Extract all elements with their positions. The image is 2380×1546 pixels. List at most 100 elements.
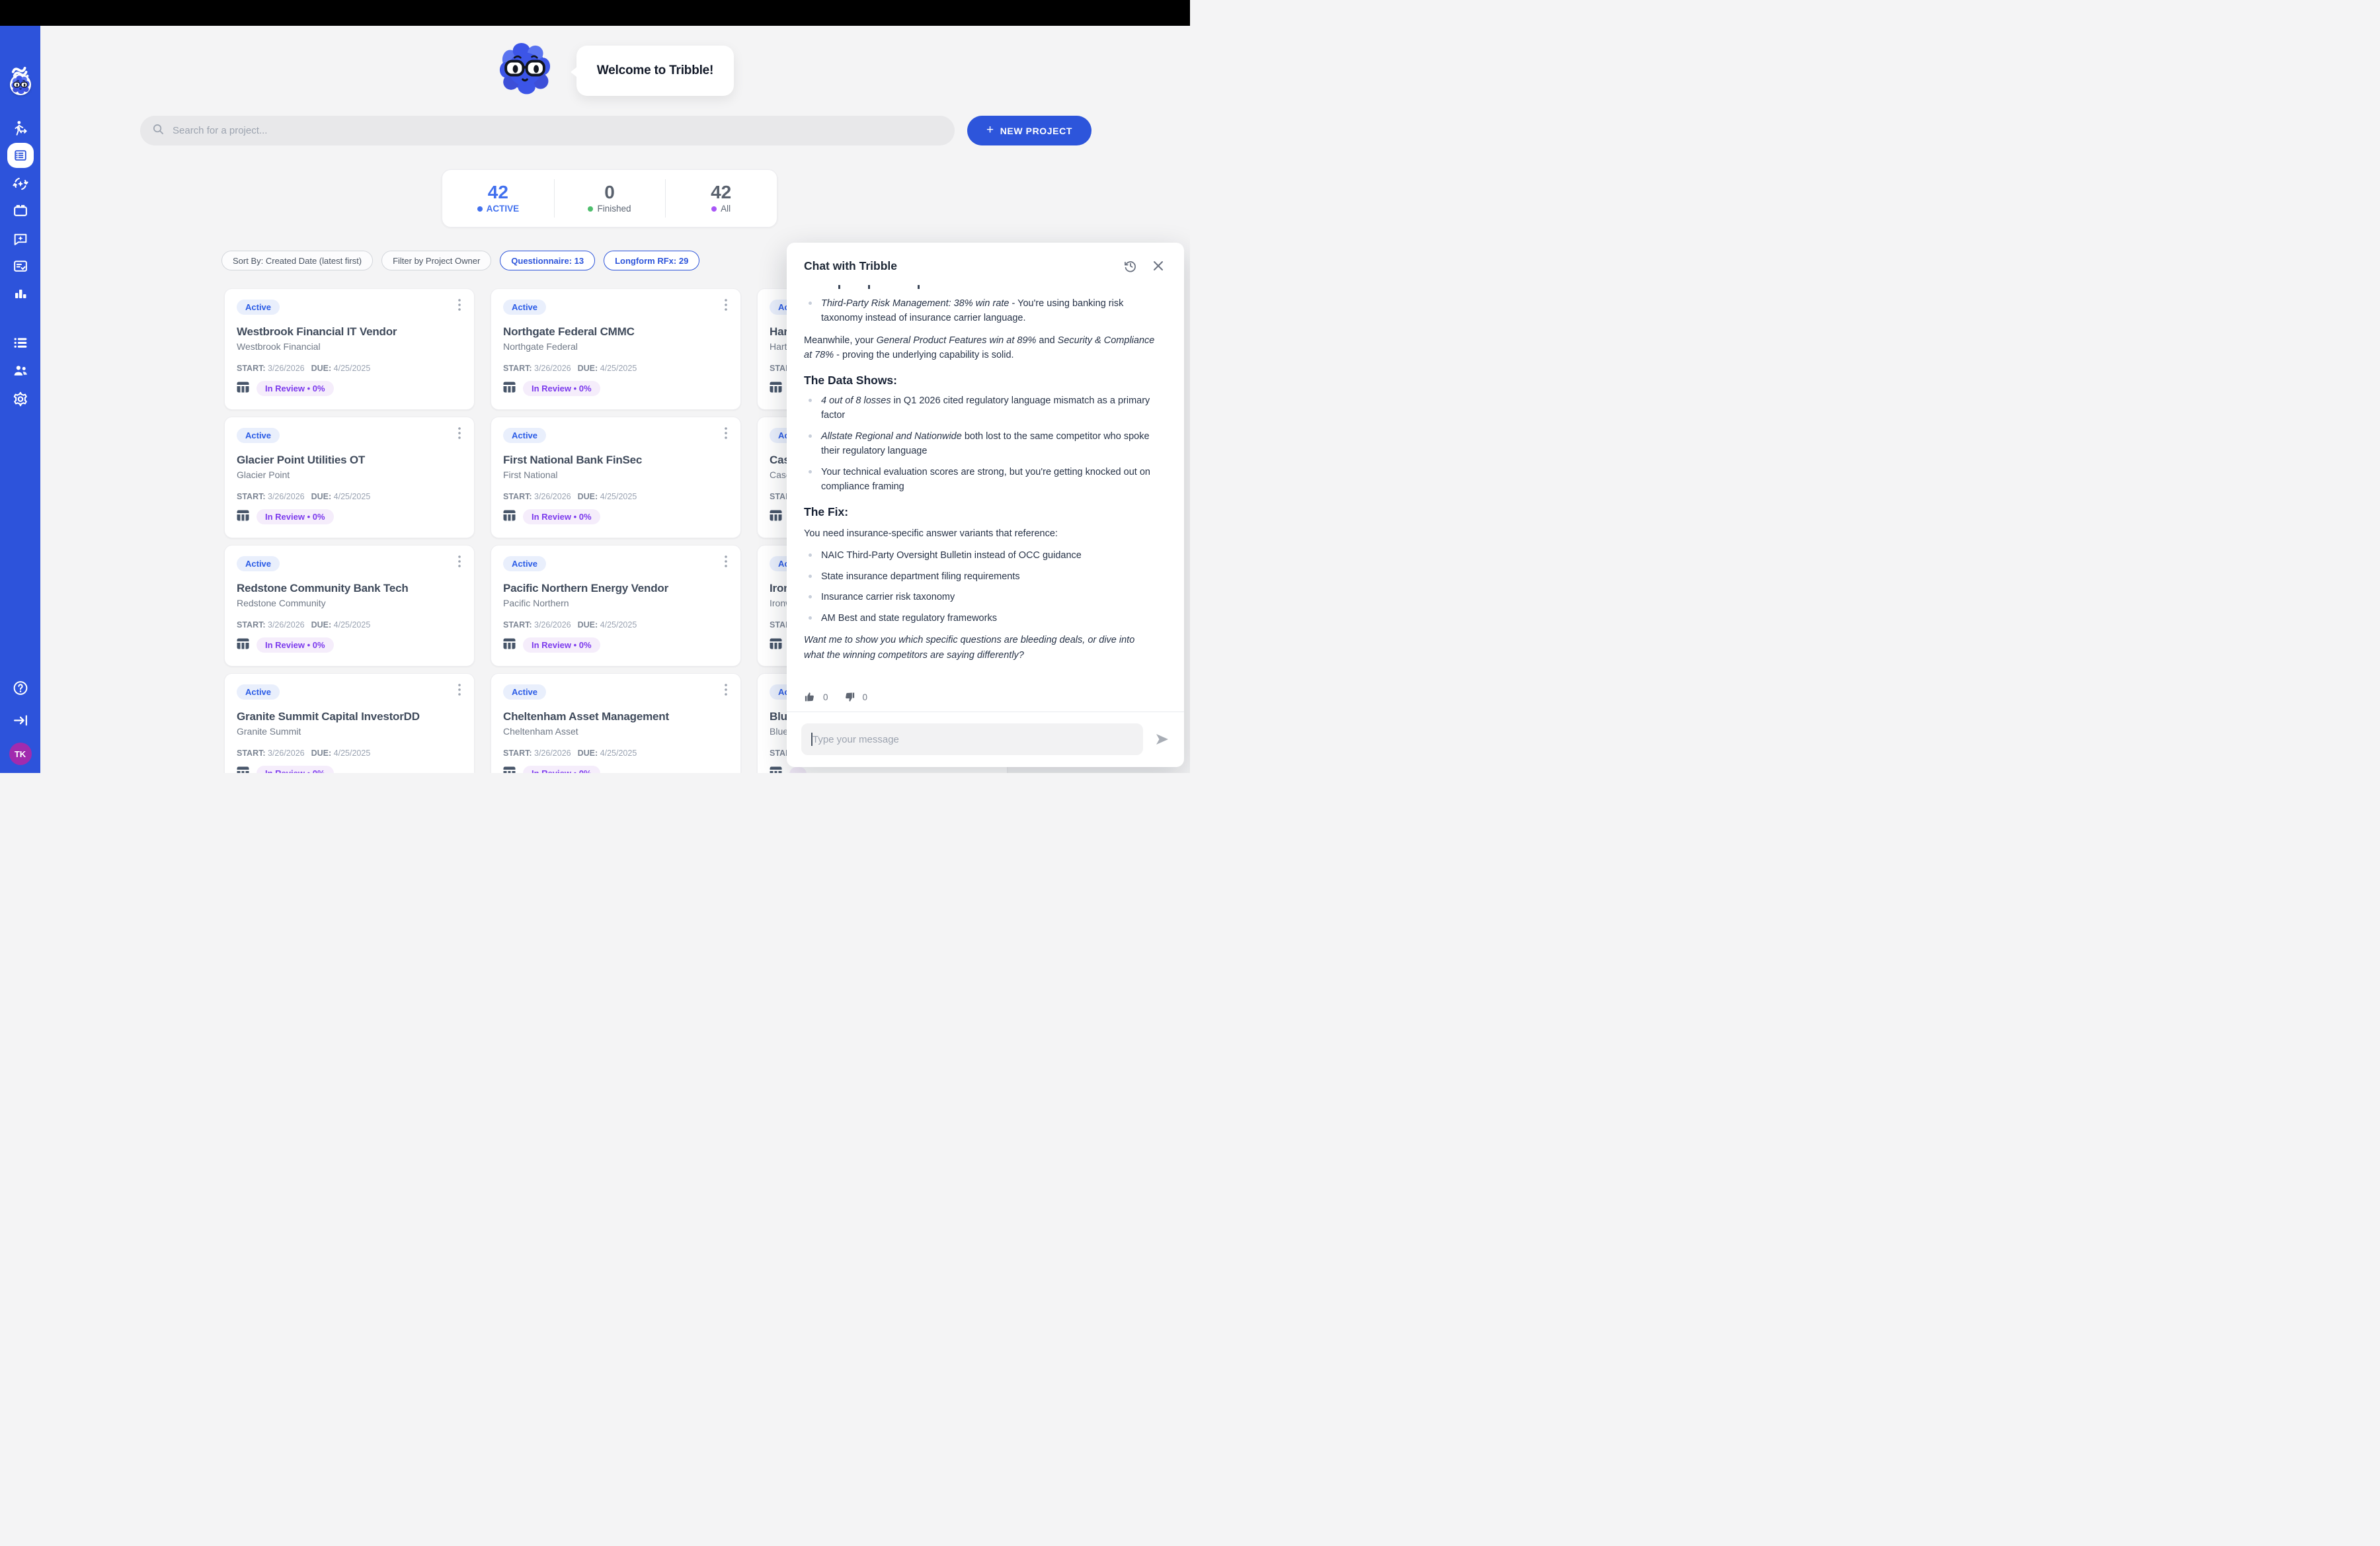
table-icon <box>237 766 249 774</box>
chat-history-icon[interactable] <box>1122 257 1139 274</box>
card-menu-icon[interactable] <box>718 553 734 569</box>
card-menu-icon[interactable] <box>718 682 734 698</box>
sidebar: TK <box>0 26 40 773</box>
status-badge: Active <box>503 556 546 571</box>
table-icon <box>770 766 782 773</box>
new-project-label: NEW PROJECT <box>1000 126 1072 136</box>
project-client: Redstone Community <box>237 598 462 608</box>
table-icon <box>770 638 782 653</box>
thumbs-up-count: 0 <box>823 692 828 702</box>
checklist-icon[interactable] <box>12 258 28 274</box>
card-menu-icon[interactable] <box>718 297 734 313</box>
status-badge: Active <box>237 684 280 700</box>
stat-all[interactable]: 42 All <box>665 170 777 227</box>
table-icon <box>237 382 249 396</box>
stat-all-value: 42 <box>711 183 731 202</box>
chat-bullet: Your technical evaluation scores are str… <box>804 465 1156 495</box>
project-card[interactable]: Active Cheltenham Asset Management Chelt… <box>491 673 741 773</box>
stat-active-value: 42 <box>488 183 508 202</box>
settings-gear-icon[interactable] <box>12 391 28 407</box>
sign-out-icon[interactable] <box>12 712 28 729</box>
chat-bullet: Insurance carrier risk taxonomy <box>804 590 1156 604</box>
chat-paragraph: Want me to show you which specific quest… <box>804 633 1156 663</box>
project-title: Cheltenham Asset Management <box>503 710 729 723</box>
chat-close-icon[interactable] <box>1150 257 1167 274</box>
card-footer: In Review • 0% <box>237 509 334 524</box>
queue-list-icon[interactable] <box>12 335 28 351</box>
sidebar-item-projects-active[interactable] <box>7 143 34 168</box>
tribble-avatar-icon[interactable] <box>10 74 31 95</box>
review-progress-pill: In Review • 0% <box>257 637 334 653</box>
project-card[interactable]: Active Pacific Northern Energy Vendor Pa… <box>491 545 741 667</box>
project-title: Granite Summit Capital InvestorDD <box>237 710 462 723</box>
project-client: Pacific Northern <box>503 598 729 608</box>
card-menu-icon[interactable] <box>452 553 467 569</box>
text-caret <box>811 733 813 746</box>
stat-all-label: All <box>721 204 731 214</box>
review-progress-pill: In Review • 0% <box>523 381 600 396</box>
search-input[interactable] <box>173 125 943 136</box>
project-card[interactable]: Active Granite Summit Capital InvestorDD… <box>224 673 475 773</box>
sync-sparkle-icon[interactable] <box>12 175 29 192</box>
chat-paragraph: You need insurance-specific answer varia… <box>804 526 1156 541</box>
card-menu-icon[interactable] <box>452 297 467 313</box>
table-icon <box>770 510 782 524</box>
questionnaire-chip[interactable]: Questionnaire: 13 <box>500 251 595 270</box>
card-footer: In Review • 0% <box>503 637 600 653</box>
project-search[interactable] <box>140 116 955 145</box>
help-icon[interactable] <box>12 680 28 696</box>
project-stats-card: 42 ACTIVE 0 Finished 42 All <box>442 169 777 227</box>
chat-feedback-row: 0 0 <box>787 688 1184 712</box>
workspace-icon[interactable] <box>12 202 28 219</box>
card-menu-icon[interactable] <box>718 425 734 441</box>
project-dates: START: 3/26/2026DUE: 4/25/2025 <box>237 749 462 758</box>
table-icon <box>770 382 782 396</box>
chat-input-wrap[interactable] <box>801 723 1143 755</box>
chat-panel: Chat with Tribble Third-Party Risk Manag… <box>787 243 1184 767</box>
project-dates: START: 3/26/2026DUE: 4/25/2025 <box>237 492 462 501</box>
card-menu-icon[interactable] <box>452 682 467 698</box>
review-progress-pill: In Review • 0% <box>257 766 334 773</box>
card-footer: In Review • 0% <box>503 509 600 524</box>
project-dates: START: 3/26/2026DUE: 4/25/2025 <box>503 492 729 501</box>
finished-dot <box>588 206 593 212</box>
project-card[interactable]: Active First National Bank FinSec First … <box>491 417 741 538</box>
chat-sparkle-icon[interactable] <box>12 231 28 247</box>
user-avatar[interactable]: TK <box>9 743 32 765</box>
status-badge: Active <box>503 300 546 315</box>
chat-bullet-list: Third-Party Risk Management: 38% win rat… <box>804 296 1156 326</box>
stat-active[interactable]: 42 ACTIVE <box>442 170 554 227</box>
chat-bullet: 4 out of 8 losses in Q1 2026 cited regul… <box>804 393 1156 423</box>
sort-by-chip[interactable]: Sort By: Created Date (latest first) <box>221 251 373 270</box>
card-menu-icon[interactable] <box>452 425 467 441</box>
thumbs-down-count: 0 <box>863 692 868 702</box>
project-title: First National Bank FinSec <box>503 454 729 467</box>
agent-handoff-icon[interactable] <box>12 120 29 137</box>
send-message-icon[interactable] <box>1154 731 1171 748</box>
chat-title: Chat with Tribble <box>804 259 1111 273</box>
chat-message-input[interactable] <box>801 723 1143 755</box>
project-card[interactable]: Active Westbrook Financial IT Vendor Wes… <box>224 288 475 410</box>
chat-bullet: Allstate Regional and Nationwide both lo… <box>804 429 1156 459</box>
filter-owner-chip[interactable]: Filter by Project Owner <box>381 251 491 270</box>
analytics-bar-chart-icon[interactable] <box>13 286 28 302</box>
chat-paragraph: Meanwhile, your General Product Features… <box>804 333 1156 363</box>
project-client: Glacier Point <box>237 469 462 480</box>
user-initials[interactable]: TK <box>9 743 32 765</box>
project-card[interactable]: Active Glacier Point Utilities OT Glacie… <box>224 417 475 538</box>
stat-finished[interactable]: 0 Finished <box>554 170 666 227</box>
team-members-icon[interactable] <box>12 362 28 379</box>
project-card[interactable]: Active Northgate Federal CMMC Northgate … <box>491 288 741 410</box>
review-progress-pill: In Review • 0% <box>257 381 334 396</box>
thumbs-up-icon[interactable] <box>804 690 817 704</box>
chat-bullet: NAIC Third-Party Oversight Bulletin inst… <box>804 548 1156 563</box>
stat-finished-value: 0 <box>604 183 615 202</box>
longform-rfx-chip[interactable]: Longform RFx: 29 <box>604 251 699 270</box>
project-dates: START: 3/26/2026DUE: 4/25/2025 <box>503 620 729 630</box>
plus-icon: + <box>986 123 994 138</box>
project-card[interactable]: Active Redstone Community Bank Tech Reds… <box>224 545 475 667</box>
table-icon <box>503 382 516 396</box>
new-project-button[interactable]: + NEW PROJECT <box>967 116 1091 145</box>
main-content: Welcome to Tribble! + NEW PROJECT 42 ACT… <box>40 26 1190 773</box>
thumbs-down-icon[interactable] <box>844 690 857 704</box>
